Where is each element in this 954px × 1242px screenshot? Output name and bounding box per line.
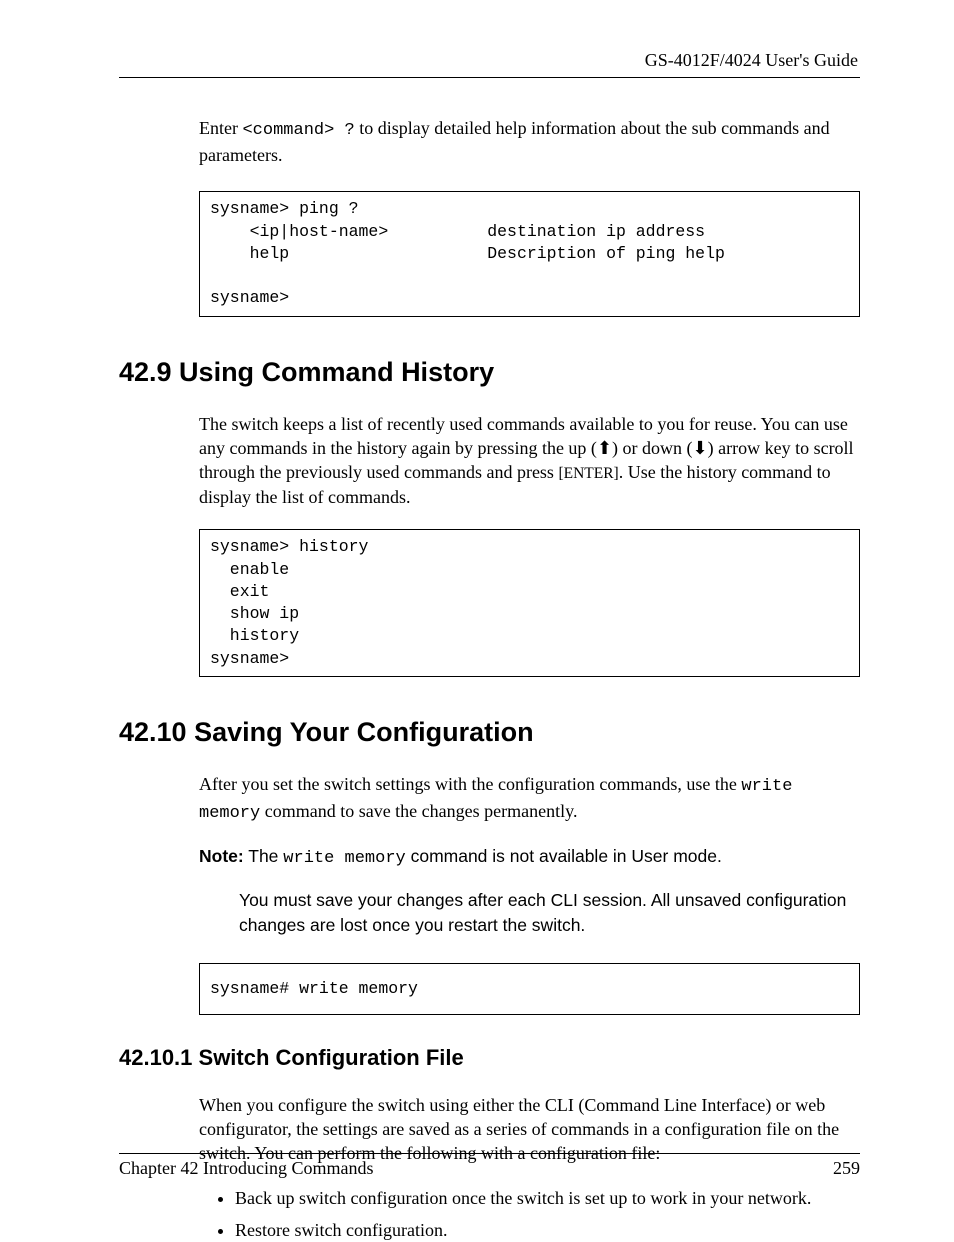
page-footer: Chapter 42 Introducing Commands 259 (119, 1153, 860, 1179)
up-arrow-icon: ⬆ (597, 438, 612, 458)
command-history-paragraph: The switch keeps a list of recently used… (199, 412, 860, 510)
heading-saving-config: 42.10 Saving Your Configuration (119, 717, 860, 748)
enter-key: [ENTER] (558, 465, 618, 482)
heading-switch-config-file: 42.10.1 Switch Configuration File (119, 1045, 860, 1071)
intro-paragraph: Enter <command> ? to display detailed he… (199, 116, 860, 167)
ch-text-b: ) or down ( (612, 438, 692, 458)
intro-pre: Enter (199, 118, 242, 138)
footer-chapter: Chapter 42 Introducing Commands (119, 1158, 373, 1179)
running-header: GS-4012F/4024 User's Guide (119, 50, 860, 71)
config-file-bullets: Back up switch configuration once the sw… (215, 1186, 860, 1242)
note-label: Note: (199, 846, 244, 866)
sc-text-b: command to save the changes permanently. (260, 801, 577, 821)
saving-config-paragraph: After you set the switch settings with t… (199, 772, 860, 826)
sc-text-a: After you set the switch settings with t… (199, 774, 741, 794)
code-history: sysname> history enable exit show ip his… (199, 529, 860, 677)
note-text-a: The (244, 846, 284, 866)
footer-page-number: 259 (833, 1158, 860, 1179)
list-item: Restore switch configuration. (235, 1218, 860, 1242)
note-text-b: command is not available in User mode. (406, 846, 722, 866)
page: GS-4012F/4024 User's Guide Enter <comman… (0, 0, 954, 1235)
list-item: Back up switch configuration once the sw… (235, 1186, 860, 1210)
note-line: Note: The write memory command is not av… (199, 846, 860, 868)
down-arrow-icon: ⬇ (693, 438, 708, 458)
footer-rule (119, 1153, 860, 1154)
intro-command: <command> ? (242, 121, 354, 140)
note-write-memory-cmd: write memory (283, 849, 405, 868)
code-ping-help: sysname> ping ? <ip|host-name> destinati… (199, 191, 860, 316)
code-write-memory: sysname# write memory (199, 963, 860, 1015)
note-body: You must save your changes after each CL… (239, 888, 860, 939)
header-rule (119, 77, 860, 78)
heading-command-history: 42.9 Using Command History (119, 357, 860, 388)
